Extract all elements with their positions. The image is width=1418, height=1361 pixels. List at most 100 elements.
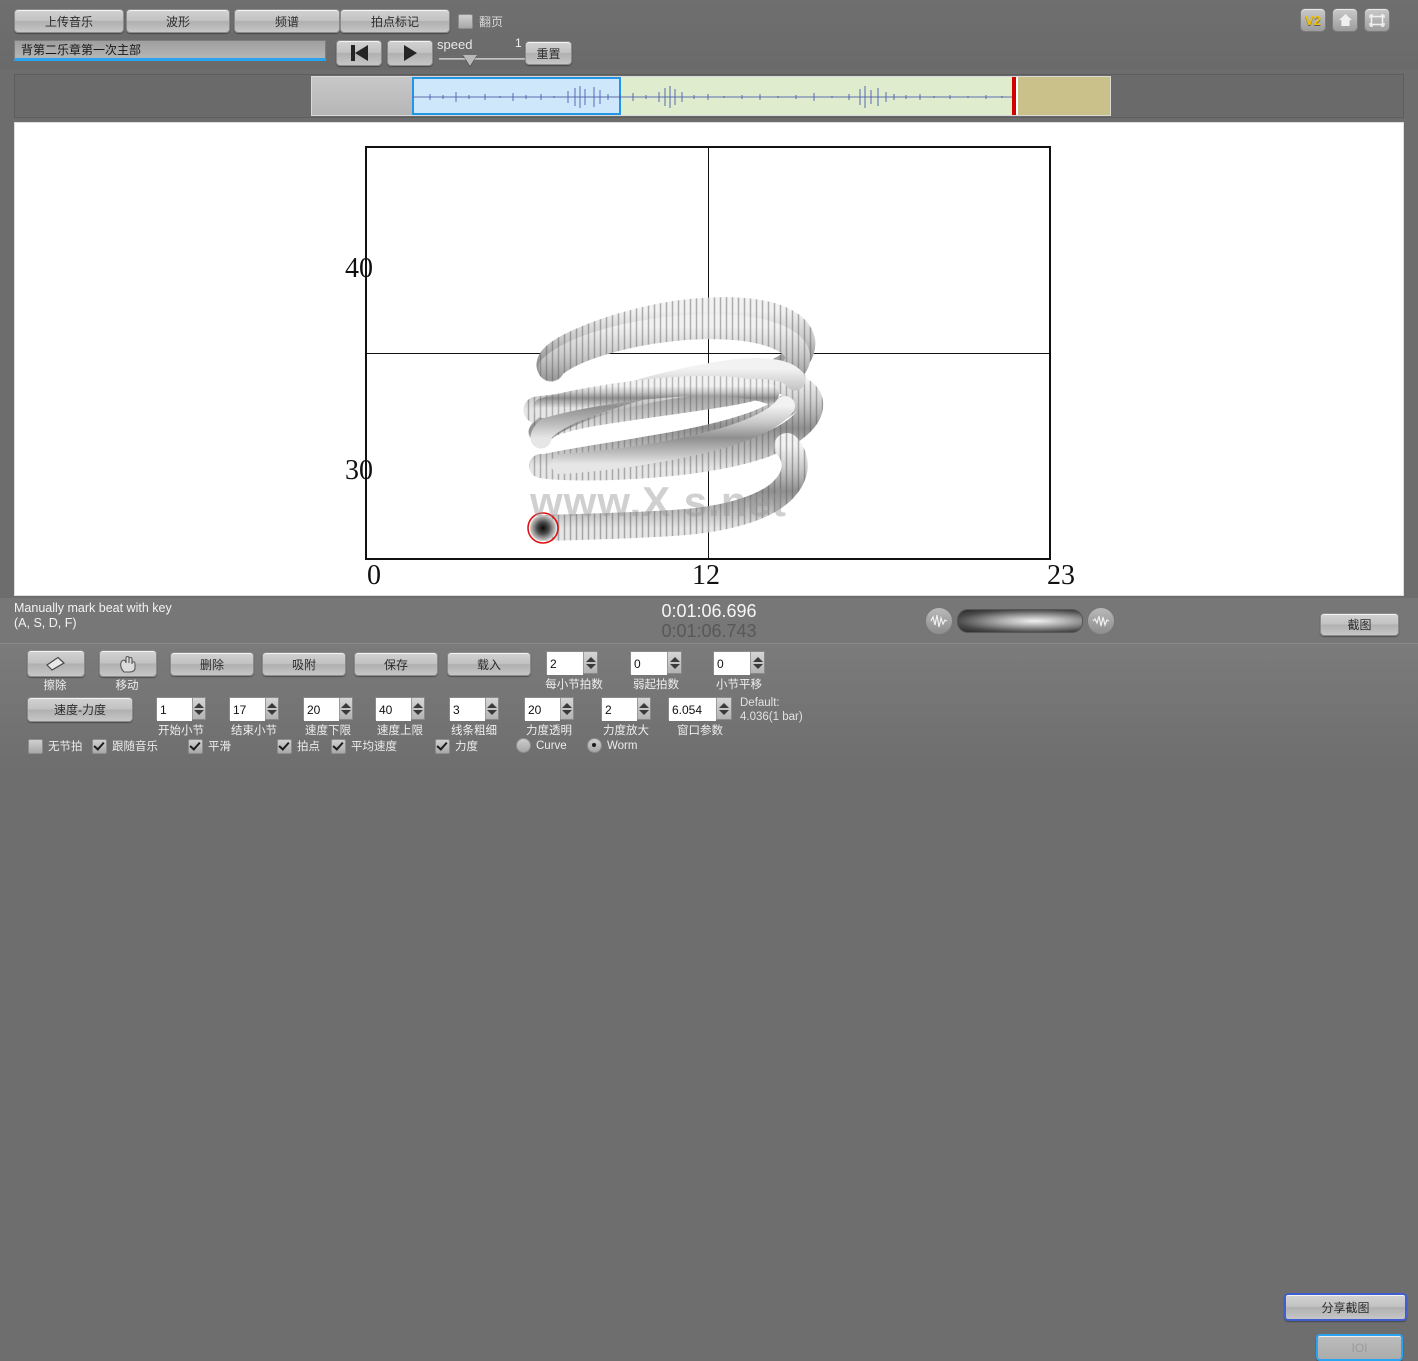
move-tool[interactable] — [99, 650, 157, 677]
timeline-playhead[interactable] — [1012, 77, 1016, 115]
average-tempo-checkbox[interactable]: 平均速度 — [331, 738, 397, 754]
bar-shift-value[interactable] — [714, 652, 751, 675]
speed-track[interactable] — [439, 58, 525, 60]
title-input[interactable]: 背第二乐章第一次主部 — [14, 40, 326, 61]
capture-button[interactable]: 截图 — [1320, 613, 1399, 636]
speed-slider[interactable]: speed 1 — [437, 34, 527, 66]
bar-shift-arrows[interactable] — [750, 652, 764, 673]
waveform-label: 波形 — [165, 14, 190, 29]
default-note-line1: Default: — [740, 697, 780, 709]
save-button[interactable]: 保存 — [354, 652, 438, 676]
y-tick-30: 30 — [345, 455, 373, 486]
page-turn-label: 翻页 — [479, 15, 504, 29]
worm-plot-svg[interactable] — [365, 146, 1051, 560]
start-bar-input[interactable] — [156, 697, 206, 721]
dynamics-scale-input[interactable] — [601, 697, 651, 721]
end-bar-input[interactable] — [229, 697, 279, 721]
home-icon[interactable] — [1332, 8, 1358, 32]
delete-label: 删除 — [199, 657, 224, 672]
play-button[interactable] — [387, 40, 433, 66]
smooth-box[interactable] — [188, 738, 203, 754]
fullscreen-icon[interactable] — [1364, 8, 1390, 32]
x-tick-0: 0 — [367, 560, 381, 591]
worm-radio-dot[interactable] — [587, 738, 602, 753]
top-toolbar: 上传音乐 波形 频谱 拍点标记 翻页 背第二乐章第一次主部 speed 1 重置 — [0, 0, 1418, 70]
beat-point-checkbox[interactable]: 拍点 — [277, 738, 320, 754]
line-width-value[interactable] — [450, 698, 485, 721]
volume-meter[interactable] — [957, 609, 1083, 633]
pickup-beats-value[interactable] — [631, 652, 668, 675]
waveform-icon-left[interactable] — [925, 607, 953, 635]
dynamics-alpha-input[interactable] — [524, 697, 574, 721]
beat-mark-label: 拍点标记 — [370, 14, 419, 29]
tempo-max-label: 速度上限 — [377, 725, 423, 737]
beat-point-box[interactable] — [277, 738, 292, 754]
curve-radio-dot[interactable] — [516, 738, 531, 753]
page-turn-checkbox[interactable]: 翻页 — [458, 13, 503, 30]
save-label: 保存 — [383, 657, 408, 672]
share-capture-button[interactable]: 分享截图 — [1284, 1293, 1407, 1321]
erase-tool[interactable] — [27, 650, 85, 677]
load-label: 载入 — [476, 657, 501, 672]
volume-control[interactable] — [925, 607, 1115, 635]
beat-point-label: 拍点 — [297, 741, 320, 753]
follow-music-checkbox[interactable]: 跟随音乐 — [92, 738, 158, 754]
capture-label: 截图 — [1347, 618, 1372, 632]
timeline-wave-svg — [412, 86, 1013, 108]
beats-per-bar-input[interactable] — [546, 651, 598, 675]
worm-radio[interactable]: Worm — [587, 738, 637, 753]
timeline-waveform[interactable] — [311, 76, 1111, 116]
curve-radio-label: Curve — [536, 739, 567, 752]
tempo-min-label: 速度下限 — [305, 725, 351, 737]
beat-mark-button[interactable]: 拍点标记 — [340, 9, 450, 33]
beats-per-bar-value[interactable] — [547, 652, 584, 675]
waveform-button[interactable]: 波形 — [126, 9, 230, 33]
current-position-marker — [530, 515, 556, 541]
curve-radio[interactable]: Curve — [516, 738, 567, 753]
dynamics-alpha-value[interactable] — [525, 698, 560, 721]
end-bar-value[interactable] — [230, 698, 265, 721]
follow-music-box[interactable] — [92, 738, 107, 754]
skip-back-button[interactable] — [336, 40, 382, 66]
spectrum-button[interactable]: 频谱 — [234, 9, 340, 33]
pickup-beats-label: 弱起拍数 — [633, 679, 679, 691]
timeline-segment-gray[interactable] — [312, 77, 412, 115]
version-badge[interactable]: V2 — [1300, 8, 1326, 32]
pickup-beats-arrows[interactable] — [667, 652, 681, 673]
tempo-dynamics-label: 速度-力度 — [54, 703, 106, 717]
dynamics-checkbox[interactable]: 力度 — [435, 738, 478, 754]
smooth-checkbox[interactable]: 平滑 — [188, 738, 231, 754]
beats-per-bar-arrows[interactable] — [583, 652, 597, 673]
ioi-button[interactable]: IOI — [1316, 1334, 1403, 1361]
waveform-icon-right[interactable] — [1087, 607, 1115, 635]
tempo-max-input[interactable] — [375, 697, 425, 721]
load-button[interactable]: 载入 — [447, 652, 531, 676]
upload-music-button[interactable]: 上传音乐 — [14, 9, 124, 33]
reset-button[interactable]: 重置 — [525, 41, 572, 65]
follow-music-label: 跟随音乐 — [112, 741, 158, 753]
tempo-min-value[interactable] — [304, 698, 339, 721]
start-bar-value[interactable] — [157, 698, 192, 721]
upload-music-label: 上传音乐 — [44, 14, 93, 29]
dynamics-scale-value[interactable] — [602, 698, 637, 721]
dynamics-box[interactable] — [435, 738, 450, 754]
bar-shift-label: 小节平移 — [716, 679, 762, 691]
window-param-input[interactable] — [668, 697, 732, 721]
no-beat-box[interactable] — [28, 738, 43, 754]
average-tempo-box[interactable] — [331, 738, 346, 754]
window-param-value[interactable] — [669, 698, 717, 721]
tempo-dynamics-button[interactable]: 速度-力度 — [27, 697, 133, 722]
timeline-segment-khaki[interactable] — [1018, 77, 1110, 115]
tempo-max-value[interactable] — [376, 698, 411, 721]
delete-button[interactable]: 删除 — [170, 652, 254, 676]
speed-knob[interactable] — [463, 55, 477, 66]
no-beat-checkbox[interactable]: 无节拍 — [28, 738, 83, 754]
no-beat-label: 无节拍 — [48, 741, 83, 753]
bar-shift-input[interactable] — [713, 651, 765, 675]
line-width-input[interactable] — [449, 697, 499, 721]
worm-trajectory — [523, 297, 824, 541]
pickup-beats-input[interactable] — [630, 651, 682, 675]
snap-button[interactable]: 吸附 — [262, 652, 346, 676]
tempo-min-input[interactable] — [303, 697, 353, 721]
page-turn-box[interactable] — [458, 14, 473, 29]
